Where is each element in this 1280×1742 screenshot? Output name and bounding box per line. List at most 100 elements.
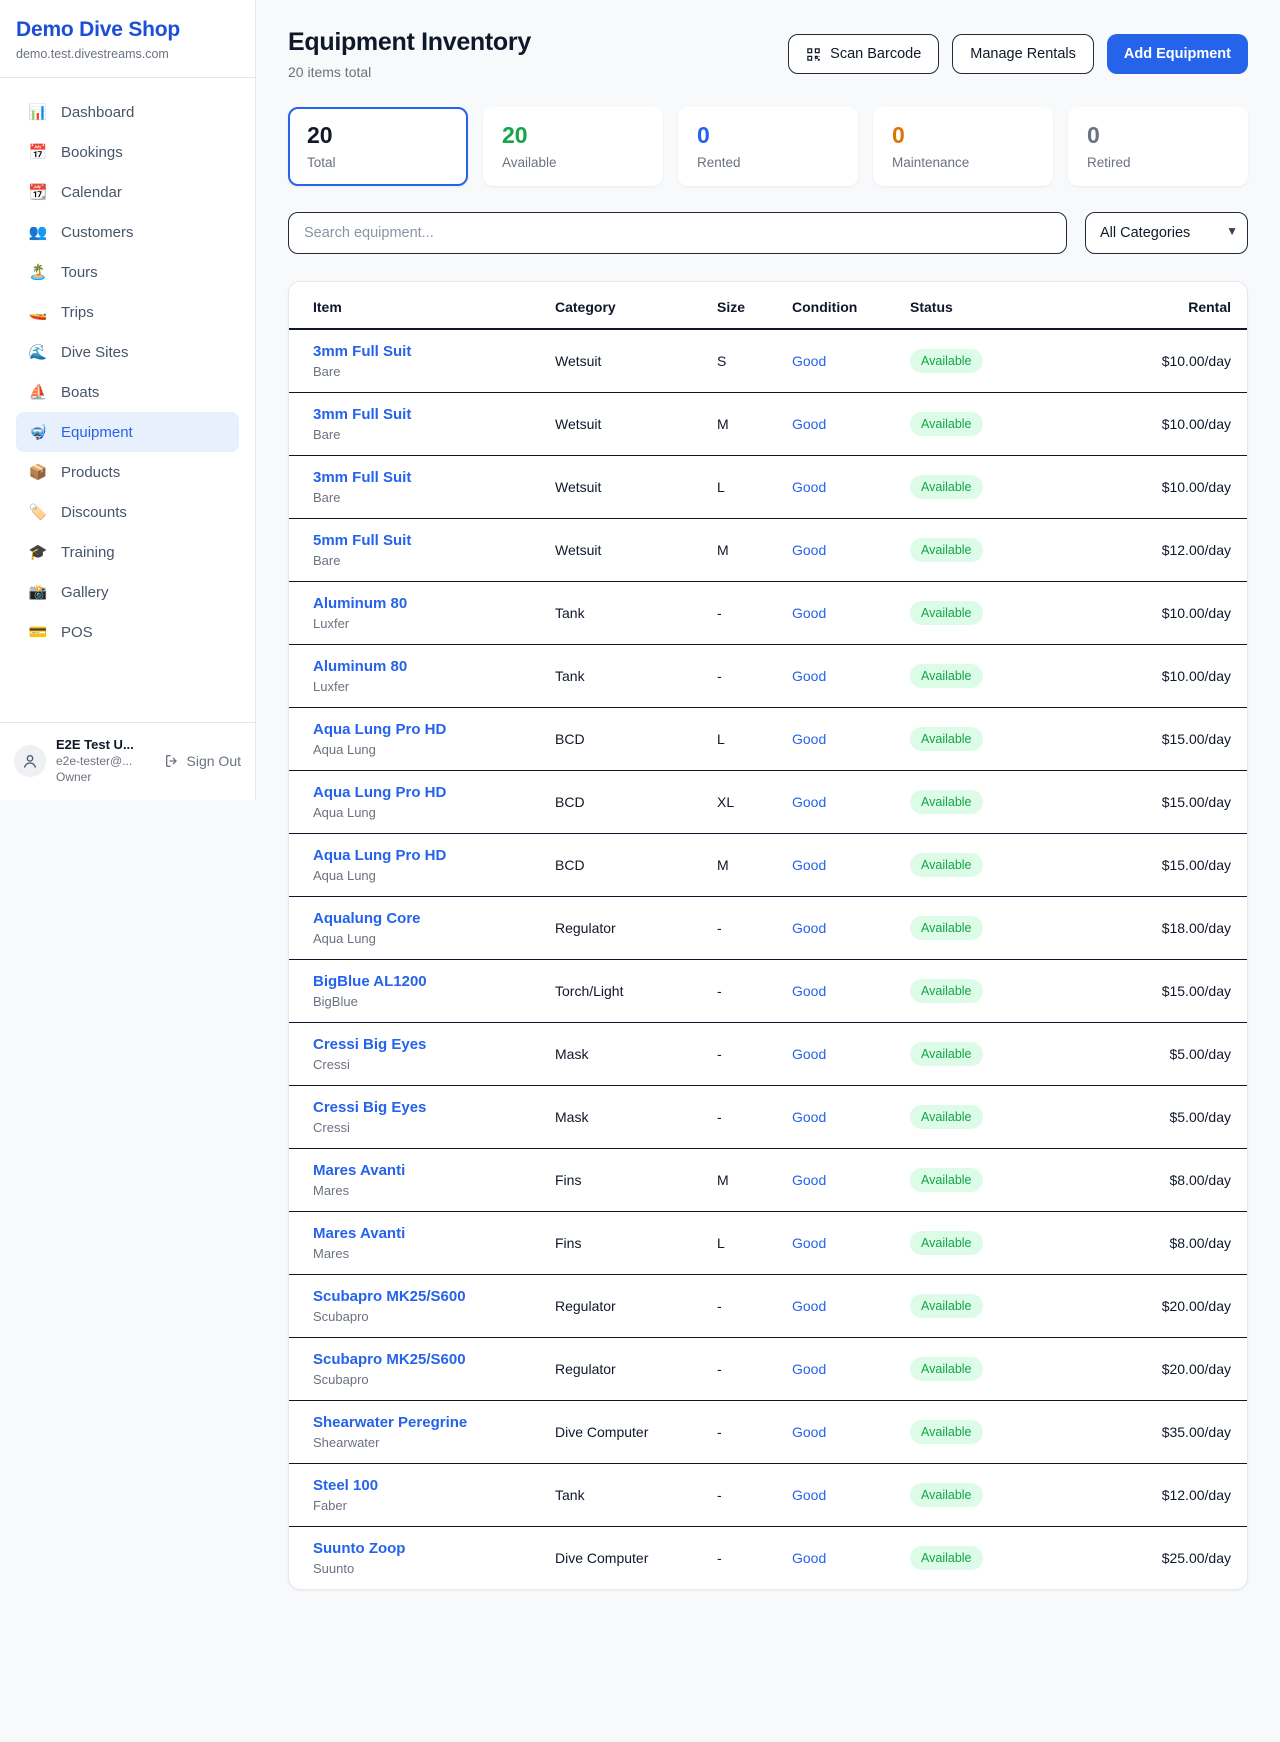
- item-size: -: [693, 897, 768, 960]
- logout-icon: [164, 753, 180, 769]
- sidebar-item-customers[interactable]: 👥 Customers: [16, 212, 239, 252]
- item-condition-link[interactable]: Good: [792, 857, 826, 873]
- item-name-link[interactable]: 3mm Full Suit: [313, 406, 411, 423]
- item-condition-link[interactable]: Good: [792, 1550, 826, 1566]
- item-rental: $15.00/day: [1056, 771, 1247, 834]
- item-condition-link[interactable]: Good: [792, 920, 826, 936]
- item-name-link[interactable]: Cressi Big Eyes: [313, 1036, 426, 1053]
- sign-out-button[interactable]: Sign Out: [164, 753, 241, 769]
- item-brand: Cressi: [313, 1057, 507, 1072]
- sidebar-nav: 📊 Dashboard 📅 Bookings 📆 Calendar 👥 Cust…: [0, 78, 255, 652]
- item-size: -: [693, 1401, 768, 1464]
- item-name-link[interactable]: Steel 100: [313, 1477, 378, 1494]
- status-badge: Available: [910, 1483, 983, 1507]
- item-brand: Shearwater: [313, 1435, 507, 1450]
- sidebar-item-discounts[interactable]: 🏷️ Discounts: [16, 492, 239, 532]
- item-name-link[interactable]: 5mm Full Suit: [313, 532, 411, 549]
- item-size: XL: [693, 771, 768, 834]
- stat-card-rented[interactable]: 0 Rented: [678, 107, 858, 186]
- bar-chart-icon: 📊: [28, 103, 48, 121]
- sidebar-item-equipment[interactable]: 🤿 Equipment: [16, 412, 239, 452]
- sidebar-item-boats[interactable]: ⛵ Boats: [16, 372, 239, 412]
- stat-card-total[interactable]: 20 Total: [288, 107, 468, 186]
- item-name-link[interactable]: Aluminum 80: [313, 658, 407, 675]
- item-condition-link[interactable]: Good: [792, 605, 826, 621]
- item-condition-link[interactable]: Good: [792, 1361, 826, 1377]
- item-condition-link[interactable]: Good: [792, 1424, 826, 1440]
- camera-icon: 📸: [28, 583, 48, 601]
- brand-name[interactable]: Demo Dive Shop: [16, 18, 239, 42]
- column-header-rental: Rental: [1056, 282, 1247, 329]
- item-category: Wetsuit: [531, 393, 693, 456]
- item-condition-link[interactable]: Good: [792, 983, 826, 999]
- speedboat-icon: 🚤: [28, 303, 48, 321]
- item-name-link[interactable]: Aluminum 80: [313, 595, 407, 612]
- item-rental: $10.00/day: [1056, 393, 1247, 456]
- item-condition-link[interactable]: Good: [792, 416, 826, 432]
- sidebar-item-pos[interactable]: 💳 POS: [16, 612, 239, 652]
- item-brand: Bare: [313, 553, 507, 568]
- item-brand: Aqua Lung: [313, 742, 507, 757]
- table-row: Aqua Lung Pro HD Aqua Lung BCD L Good Av…: [289, 708, 1247, 771]
- sidebar-item-bookings[interactable]: 📅 Bookings: [16, 132, 239, 172]
- stat-label: Retired: [1087, 155, 1229, 170]
- item-name-link[interactable]: Aqua Lung Pro HD: [313, 847, 446, 864]
- item-condition-link[interactable]: Good: [792, 1109, 826, 1125]
- item-condition-link[interactable]: Good: [792, 731, 826, 747]
- item-rental: $10.00/day: [1056, 582, 1247, 645]
- item-name-link[interactable]: Mares Avanti: [313, 1162, 405, 1179]
- sidebar-item-gallery[interactable]: 📸 Gallery: [16, 572, 239, 612]
- manage-rentals-label: Manage Rentals: [970, 46, 1076, 62]
- item-rental: $5.00/day: [1056, 1023, 1247, 1086]
- item-name-link[interactable]: 3mm Full Suit: [313, 343, 411, 360]
- add-equipment-button[interactable]: Add Equipment: [1107, 34, 1248, 74]
- status-badge: Available: [910, 1420, 983, 1444]
- tear-off-calendar-icon: 📆: [28, 183, 48, 201]
- user-name: E2E Test U...: [56, 737, 134, 752]
- item-name-link[interactable]: Cressi Big Eyes: [313, 1099, 426, 1116]
- sidebar-item-calendar[interactable]: 📆 Calendar: [16, 172, 239, 212]
- people-icon: 👥: [28, 223, 48, 241]
- item-name-link[interactable]: 3mm Full Suit: [313, 469, 411, 486]
- sidebar-item-dashboard[interactable]: 📊 Dashboard: [16, 92, 239, 132]
- item-name-link[interactable]: Scubapro MK25/S600: [313, 1288, 466, 1305]
- search-input[interactable]: [288, 212, 1067, 254]
- item-condition-link[interactable]: Good: [792, 1487, 826, 1503]
- stat-card-maintenance[interactable]: 0 Maintenance: [873, 107, 1053, 186]
- item-rental: $15.00/day: [1056, 834, 1247, 897]
- item-category: Wetsuit: [531, 456, 693, 519]
- item-condition-link[interactable]: Good: [792, 668, 826, 684]
- stat-card-retired[interactable]: 0 Retired: [1068, 107, 1248, 186]
- sidebar-item-trips[interactable]: 🚤 Trips: [16, 292, 239, 332]
- item-condition-link[interactable]: Good: [792, 794, 826, 810]
- status-badge: Available: [910, 853, 983, 877]
- sidebar-item-dive-sites[interactable]: 🌊 Dive Sites: [16, 332, 239, 372]
- manage-rentals-button[interactable]: Manage Rentals: [952, 34, 1094, 74]
- sidebar-item-training[interactable]: 🎓 Training: [16, 532, 239, 572]
- item-rental: $10.00/day: [1056, 329, 1247, 393]
- item-name-link[interactable]: Suunto Zoop: [313, 1540, 405, 1557]
- item-brand: Luxfer: [313, 616, 507, 631]
- item-name-link[interactable]: Aqualung Core: [313, 910, 421, 927]
- item-name-link[interactable]: Aqua Lung Pro HD: [313, 721, 446, 738]
- scan-barcode-button[interactable]: Scan Barcode: [788, 34, 939, 74]
- sidebar-item-tours[interactable]: 🏝️ Tours: [16, 252, 239, 292]
- item-category: Tank: [531, 1464, 693, 1527]
- category-filter-select[interactable]: All Categories: [1085, 212, 1248, 254]
- item-condition-link[interactable]: Good: [792, 542, 826, 558]
- item-condition-link[interactable]: Good: [792, 353, 826, 369]
- item-rental: $5.00/day: [1056, 1086, 1247, 1149]
- sidebar-item-products[interactable]: 📦 Products: [16, 452, 239, 492]
- item-name-link[interactable]: BigBlue AL1200: [313, 973, 427, 990]
- item-name-link[interactable]: Aqua Lung Pro HD: [313, 784, 446, 801]
- item-condition-link[interactable]: Good: [792, 1172, 826, 1188]
- stat-card-available[interactable]: 20 Available: [483, 107, 663, 186]
- item-condition-link[interactable]: Good: [792, 1046, 826, 1062]
- item-name-link[interactable]: Shearwater Peregrine: [313, 1414, 467, 1431]
- table-row: Steel 100 Faber Tank - Good Available $1…: [289, 1464, 1247, 1527]
- item-name-link[interactable]: Mares Avanti: [313, 1225, 405, 1242]
- item-condition-link[interactable]: Good: [792, 1298, 826, 1314]
- item-name-link[interactable]: Scubapro MK25/S600: [313, 1351, 466, 1368]
- item-condition-link[interactable]: Good: [792, 1235, 826, 1251]
- item-condition-link[interactable]: Good: [792, 479, 826, 495]
